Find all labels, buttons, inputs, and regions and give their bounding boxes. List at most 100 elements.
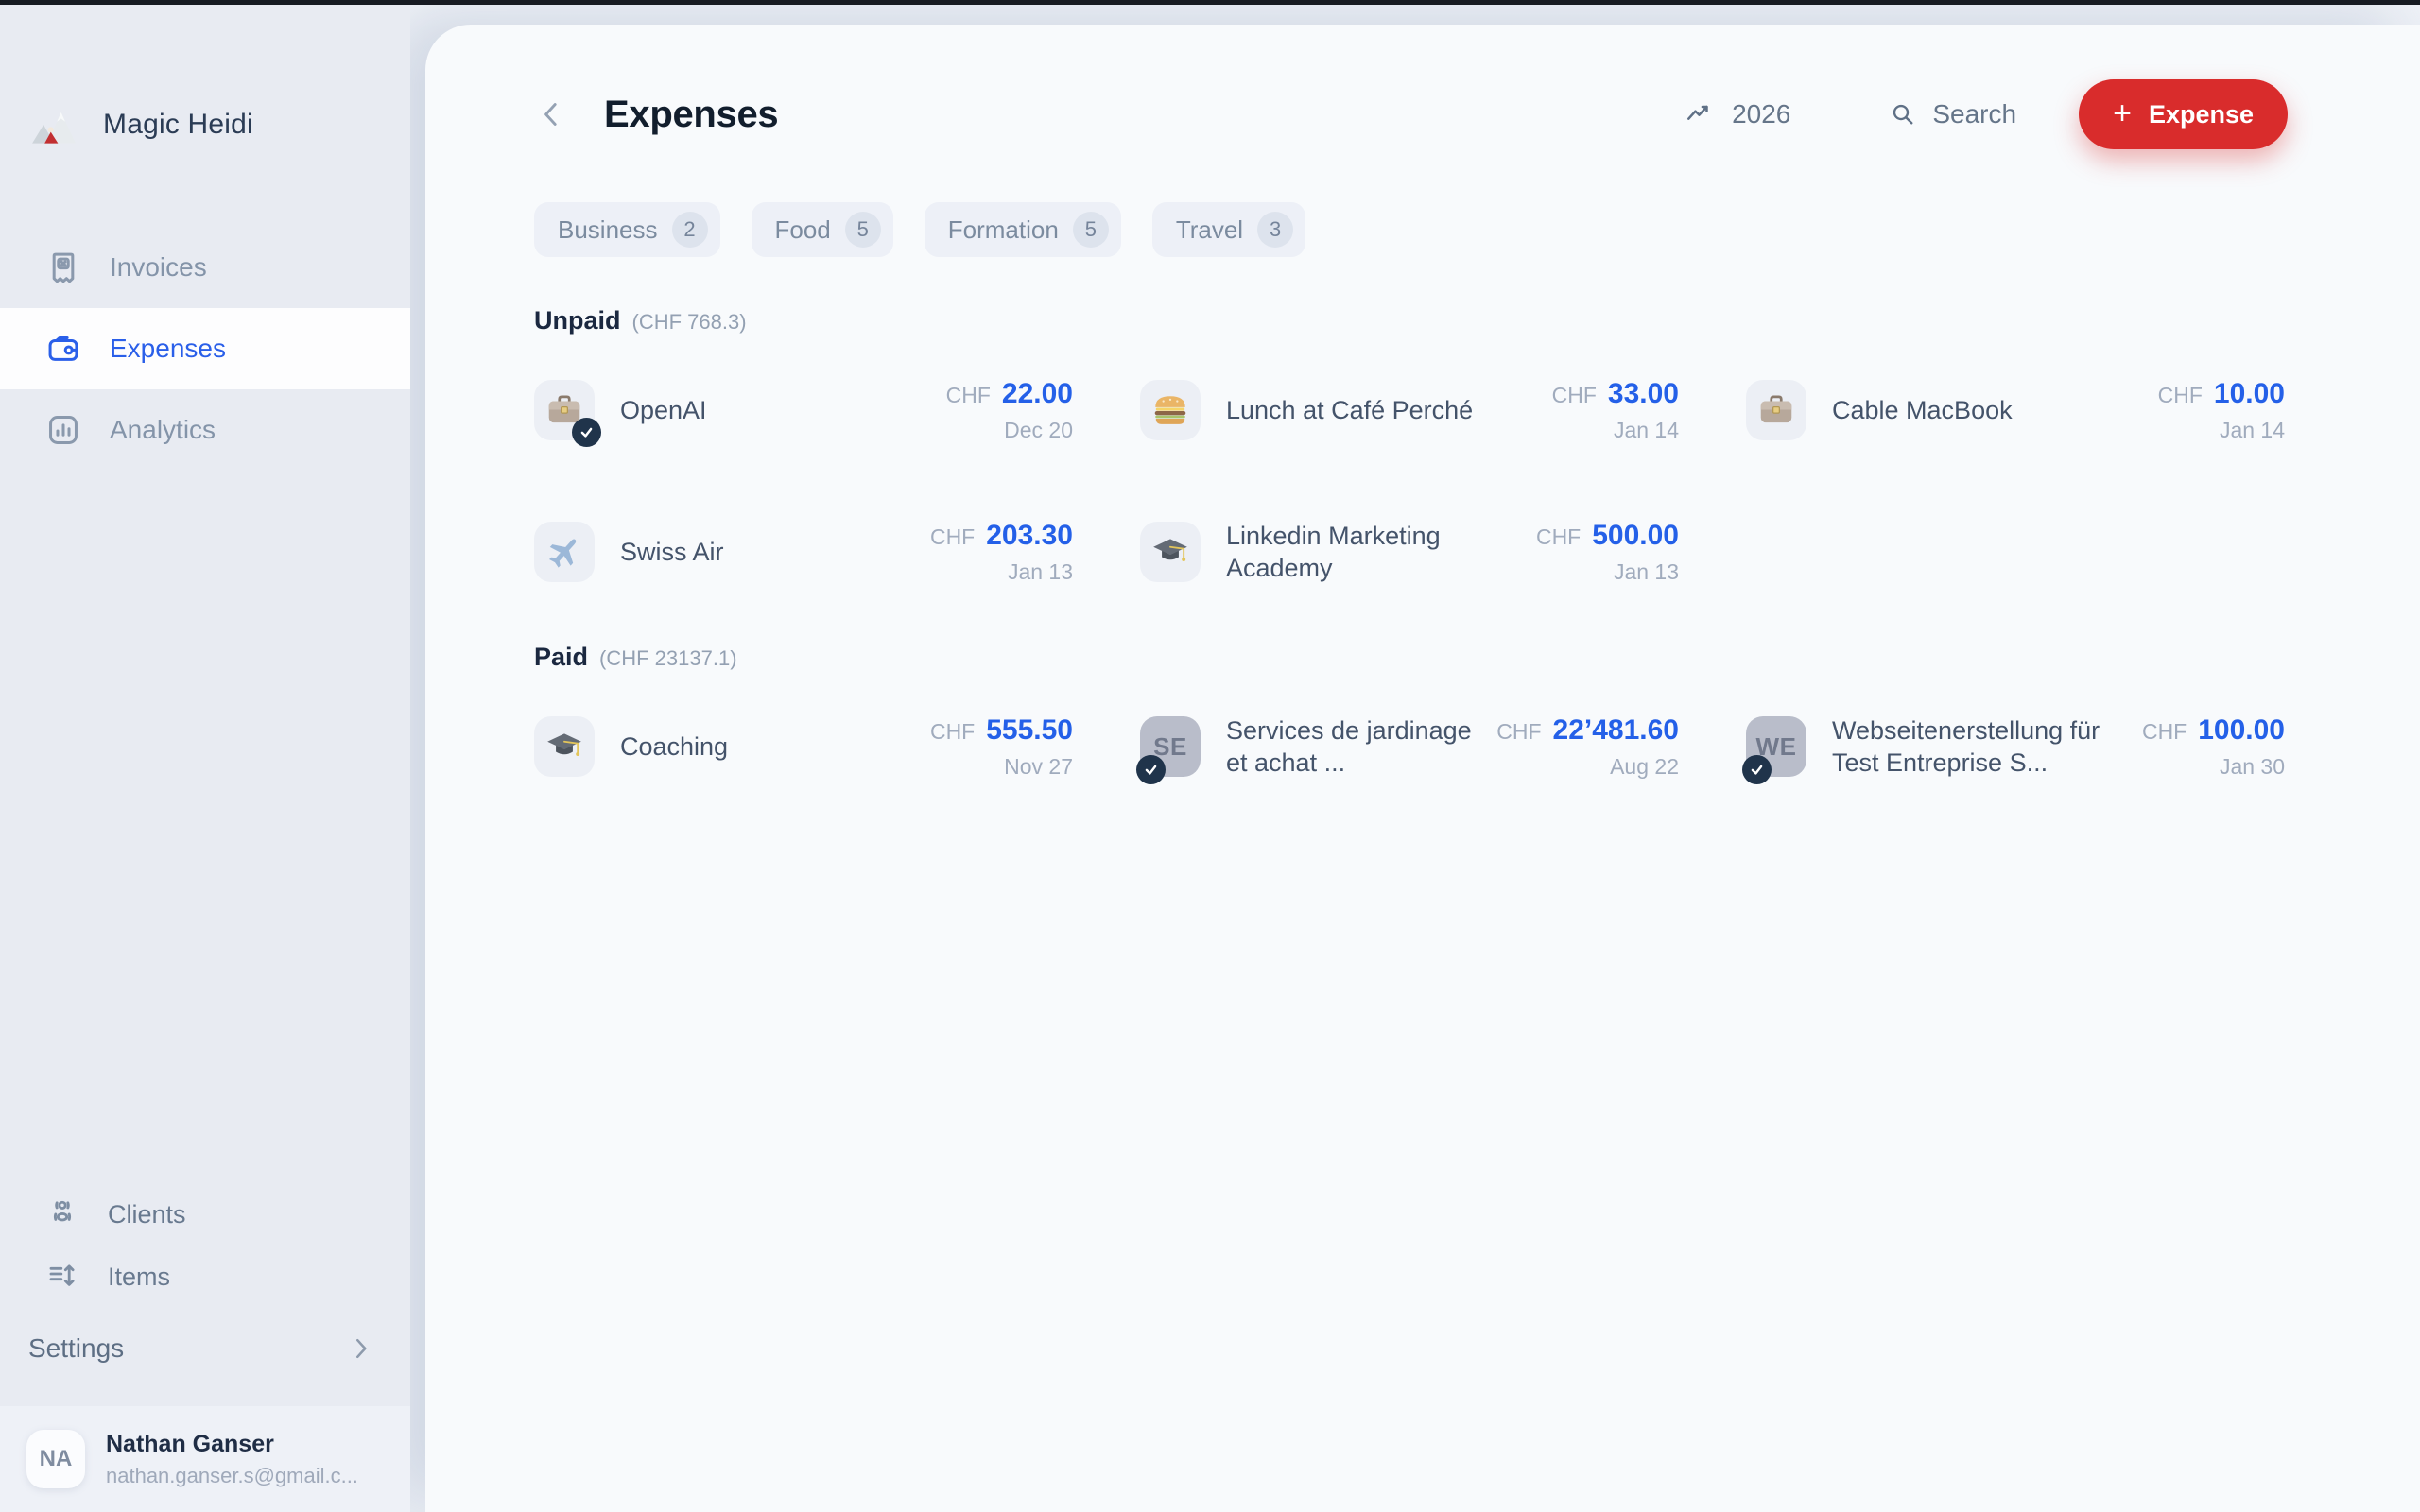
receipt-icon bbox=[45, 249, 81, 285]
settings-label: Settings bbox=[28, 1333, 124, 1364]
expense-item-services-jardinage[interactable]: SE Services de jardinage et achat ... CH… bbox=[1140, 697, 1679, 796]
bar-chart-icon bbox=[45, 412, 81, 448]
filter-count-badge: 2 bbox=[672, 212, 708, 248]
expense-name: Coaching bbox=[620, 730, 915, 763]
filter-label: Formation bbox=[948, 215, 1059, 245]
user-name: Nathan Ganser bbox=[106, 1431, 358, 1458]
secondary-nav: Clients Items bbox=[0, 1183, 410, 1308]
section-title: Paid bbox=[534, 643, 588, 672]
expense-amount-block: CHF33.00 Jan 14 bbox=[1552, 378, 1679, 443]
sidebar-item-analytics[interactable]: Analytics bbox=[0, 389, 410, 471]
check-badge-icon bbox=[572, 418, 601, 447]
filter-chip-food[interactable]: Food 5 bbox=[752, 202, 893, 257]
add-expense-button[interactable]: + Expense bbox=[2079, 79, 2288, 149]
amount-value: 203.30 bbox=[986, 520, 1073, 552]
amount-value: 22’481.60 bbox=[1553, 714, 1679, 747]
sidebar-item-expenses[interactable]: Expenses bbox=[0, 308, 410, 389]
sidebar-item-label: Expenses bbox=[110, 334, 226, 364]
user-meta: Nathan Ganser nathan.ganser.s@gmail.c... bbox=[106, 1431, 358, 1488]
expense-item-linkedin-marketing-academy[interactable]: Linkedin Marketing Academy CHF500.00 Jan… bbox=[1140, 503, 1679, 601]
expense-item-coaching[interactable]: Coaching CHF 555.50 Nov 27 bbox=[534, 697, 1073, 796]
currency-label: CHF bbox=[930, 719, 975, 745]
expense-date: Dec 20 bbox=[946, 418, 1073, 443]
page-title: Expenses bbox=[604, 94, 778, 136]
filter-label: Travel bbox=[1176, 215, 1243, 245]
grad-cap-emoji-icon bbox=[534, 716, 595, 777]
expense-item-cable-macbook[interactable]: Cable MacBook CHF 10.00 Jan 14 bbox=[1746, 361, 2285, 459]
sidebar-item-items[interactable]: Items bbox=[0, 1246, 410, 1308]
filter-label: Food bbox=[775, 215, 831, 245]
expense-item-swiss-air[interactable]: Swiss Air CHF203.30 Jan 13 bbox=[534, 503, 1073, 601]
expense-amount-block: CHF22.00 Dec 20 bbox=[946, 378, 1073, 443]
expense-name: Linkedin Marketing Academy bbox=[1226, 520, 1521, 584]
expense-amount-block: CHF100.00 Jan 30 bbox=[2142, 714, 2285, 780]
briefcase-emoji-icon bbox=[534, 380, 595, 440]
mountain-heidi-logo-icon bbox=[31, 104, 77, 146]
window-top-edge bbox=[0, 0, 2420, 5]
expense-date: Nov 27 bbox=[930, 754, 1073, 780]
expense-name: OpenAI bbox=[620, 394, 931, 426]
expense-name: Swiss Air bbox=[620, 536, 915, 568]
expenses-page: Expenses 2026 Search + Expense Business … bbox=[425, 25, 2420, 1512]
filter-chip-travel[interactable]: Travel 3 bbox=[1152, 202, 1305, 257]
avatar: NA bbox=[26, 1430, 85, 1488]
expense-amount-block: CHF 22’481.60 Aug 22 bbox=[1496, 714, 1679, 780]
expense-amount-block: CHF500.00 Jan 13 bbox=[1536, 520, 1679, 585]
section-header-unpaid: Unpaid (CHF 768.3) bbox=[534, 306, 2288, 336]
check-badge-icon bbox=[1742, 755, 1772, 784]
amount-value: 555.50 bbox=[986, 714, 1073, 747]
expense-amount-block: CHF 555.50 Nov 27 bbox=[930, 714, 1073, 780]
filter-chip-formation[interactable]: Formation 5 bbox=[925, 202, 1121, 257]
filter-chip-business[interactable]: Business 2 bbox=[534, 202, 720, 257]
currency-label: CHF bbox=[2142, 719, 2187, 745]
wallet-icon bbox=[45, 331, 81, 367]
back-button[interactable] bbox=[534, 97, 568, 131]
section-header-paid: Paid (CHF 23137.1) bbox=[534, 643, 2288, 673]
expense-date: Aug 22 bbox=[1496, 754, 1679, 780]
expense-date: Jan 14 bbox=[1552, 418, 1679, 443]
user-card[interactable]: NA Nathan Ganser nathan.ganser.s@gmail.c… bbox=[0, 1406, 410, 1512]
brand-name: Magic Heidi bbox=[103, 109, 253, 141]
section-title: Unpaid bbox=[534, 306, 621, 335]
hamburger-emoji-icon bbox=[1140, 380, 1201, 440]
filter-count-badge: 3 bbox=[1257, 212, 1293, 248]
amount-value: 33.00 bbox=[1608, 378, 1679, 410]
currency-label: CHF bbox=[1496, 719, 1541, 745]
sidebar-item-label: Items bbox=[108, 1263, 170, 1292]
airplane-emoji-icon bbox=[534, 522, 595, 582]
expense-item-lunch-cafe-perche[interactable]: Lunch at Café Perché CHF33.00 Jan 14 bbox=[1140, 361, 1679, 459]
user-email: nathan.ganser.s@gmail.c... bbox=[106, 1464, 358, 1488]
trending-up-icon bbox=[1685, 99, 1715, 129]
currency-label: CHF bbox=[946, 383, 991, 408]
sidebar-item-label: Analytics bbox=[110, 415, 216, 445]
year-label: 2026 bbox=[1732, 99, 1790, 129]
expense-name: Cable MacBook bbox=[1832, 394, 2143, 426]
amount-value: 10.00 bbox=[2214, 378, 2285, 410]
section-total: (CHF 23137.1) bbox=[599, 646, 737, 671]
expense-item-openai[interactable]: OpenAI CHF22.00 Dec 20 bbox=[534, 361, 1073, 459]
sidebar-item-invoices[interactable]: Invoices bbox=[0, 227, 410, 308]
expense-amount-block: CHF203.30 Jan 13 bbox=[930, 520, 1073, 585]
search-label: Search bbox=[1932, 99, 2016, 129]
sidebar-item-label: Invoices bbox=[110, 252, 207, 283]
clients-icon bbox=[45, 1197, 79, 1231]
year-selector[interactable]: 2026 bbox=[1685, 99, 1790, 129]
plus-icon: + bbox=[2113, 97, 2132, 129]
briefcase-emoji-icon bbox=[1746, 380, 1806, 440]
sidebar-item-settings[interactable]: Settings bbox=[0, 1315, 410, 1382]
check-badge-icon bbox=[1136, 755, 1166, 784]
currency-label: CHF bbox=[2158, 383, 2203, 408]
sidebar-item-clients[interactable]: Clients bbox=[0, 1183, 410, 1246]
add-expense-label: Expense bbox=[2149, 100, 2254, 129]
filter-count-badge: 5 bbox=[845, 212, 881, 248]
expense-amount-block: CHF 10.00 Jan 14 bbox=[2158, 378, 2285, 443]
search-button[interactable]: Search bbox=[1889, 99, 2016, 129]
sidebar: Magic Heidi Invoices Expenses Analytics … bbox=[0, 0, 410, 1512]
expense-date: Jan 13 bbox=[930, 559, 1073, 585]
currency-label: CHF bbox=[1536, 524, 1581, 550]
expense-item-webseitenerstellung[interactable]: WE Webseitenerstellung für Test Entrepri… bbox=[1746, 697, 2285, 796]
filter-count-badge: 5 bbox=[1073, 212, 1109, 248]
expense-date: Jan 14 bbox=[2158, 418, 2285, 443]
amount-value: 100.00 bbox=[2198, 714, 2285, 747]
expense-name: Services de jardinage et achat ... bbox=[1226, 714, 1481, 779]
